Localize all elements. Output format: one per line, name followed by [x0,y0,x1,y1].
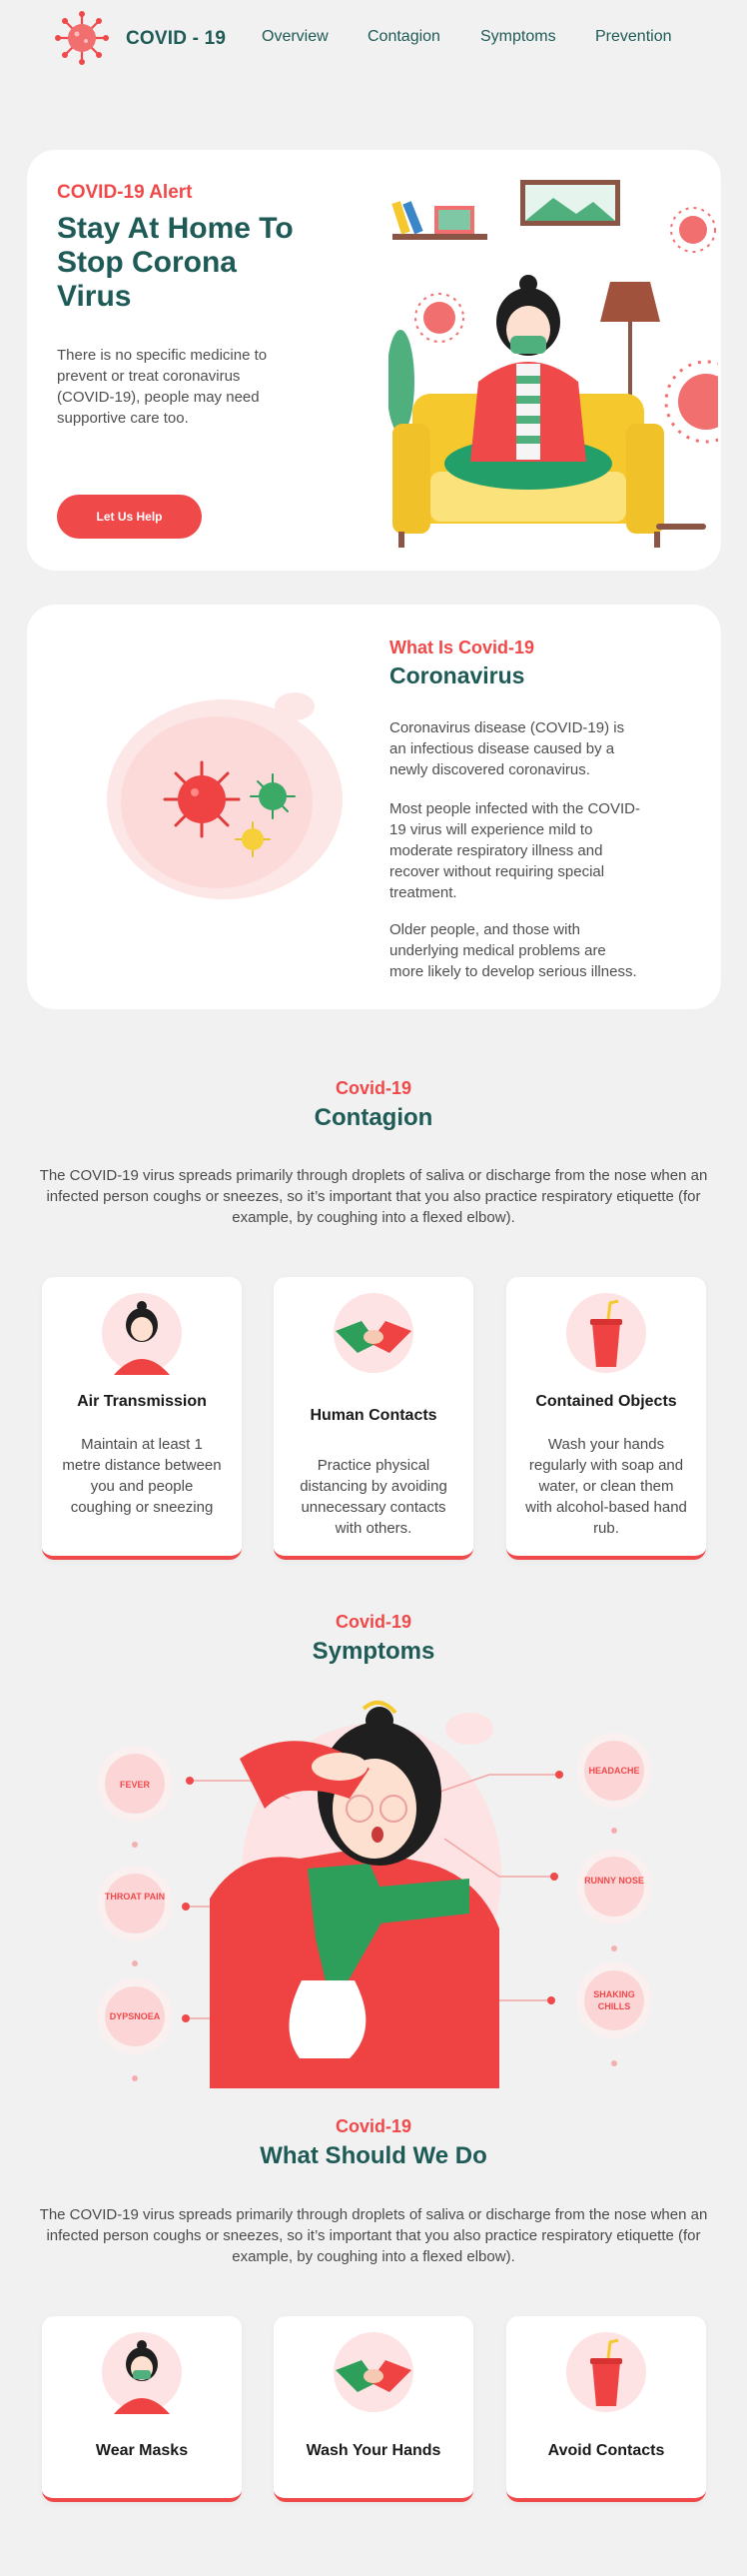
contagion-card-objects: Contained Objects Wash your hands regula… [506,1277,706,1560]
hero-text: There is no specific medicine to prevent… [57,347,268,427]
contagion-title: Contagion [314,1104,433,1131]
stay-home-illustration [388,180,718,548]
contagion-card-title: Air Transmission [77,1393,207,1410]
contagion-card-text: Maintain at least 1 metre distance betwe… [62,1436,222,1516]
handshake-icon [334,1293,413,1373]
nav-link-prevention[interactable]: Prevention [595,28,672,46]
about-eyebrow: What Is Covid-19 [389,638,535,657]
contagion-card-air: Air Transmission Maintain at least 1 met… [42,1277,242,1560]
prevention-card-title: Avoid Contacts [547,2442,665,2459]
symptoms-title: Symptoms [312,1638,435,1665]
contagion-card-text: Wash your hands regularly with soap and … [525,1436,687,1537]
hero-eyebrow: COVID-19 Alert [57,182,193,203]
prevention-card-masks: Wear Masks [42,2316,242,2502]
symptoms-eyebrow: Covid-19 [335,1612,412,1632]
hero-title: Stay At Home To Stop Corona Virus [57,212,294,313]
woman-coughing-icon [102,1293,182,1375]
hands-icon [334,2332,413,2412]
mask-woman-icon [102,2332,182,2414]
contagion-eyebrow: Covid-19 [335,1078,412,1098]
symptom-shaking-chills: SHAKING CHILLS [593,1989,635,2011]
virus-logo-icon[interactable] [52,8,112,68]
about-paragraph-1: Coronavirus disease (COVID-19) is an inf… [389,719,625,778]
coronavirus-illustration [107,692,343,899]
contagion-card-title: Contained Objects [535,1393,677,1410]
contagion-text: The COVID-19 virus spreads primarily thr… [39,1167,708,1226]
prevention-text: The COVID-19 virus spreads primarily thr… [39,2206,708,2265]
let-us-help-button[interactable]: Let Us Help [57,495,202,539]
prevention-title: What Should We Do [260,2142,487,2169]
symptom-fever: FEVER [119,1780,150,1790]
about-paragraph-3: Older people, and those with underlying … [389,921,637,980]
symptoms-illustration [97,1701,652,2088]
about-paragraph-2: Most people infected with the COVID-19 v… [389,800,640,901]
symptom-dypsnoea: DYPSNOEA [109,2011,161,2021]
cup-icon [566,1293,646,1373]
hero-card: COVID-19 Alert Stay At Home To Stop Coro… [27,150,721,571]
about-card: What Is Covid-19 Coronavirus Coronavirus… [27,605,721,1009]
top-navigation: COVID - 19 Overview Contagion Symptoms P… [0,0,747,76]
contagion-card-text: Practice physical distancing by avoiding… [300,1457,447,1537]
symptom-headache: HEADACHE [588,1766,640,1776]
prevention-card-title: Wash Your Hands [306,2442,441,2459]
nav-link-contagion[interactable]: Contagion [368,28,440,46]
prevention-eyebrow: Covid-19 [335,2116,412,2136]
cup-icon [566,2332,646,2412]
nav-link-overview[interactable]: Overview [262,28,329,46]
contagion-card-human: Human Contacts Practice physical distanc… [274,1277,473,1560]
about-title: Coronavirus [389,662,525,688]
brand-name[interactable]: COVID - 19 [126,28,226,50]
symptom-runny-nose: RUNNY NOSE [584,1876,644,1886]
nav-link-symptoms[interactable]: Symptoms [480,28,556,46]
prevention-card-contacts: Avoid Contacts [506,2316,706,2502]
contagion-card-title: Human Contacts [310,1407,437,1424]
symptom-throat-pain: THROAT PAIN [104,1892,166,1902]
prevention-card-hands: Wash Your Hands [274,2316,473,2502]
prevention-card-title: Wear Masks [95,2442,189,2459]
